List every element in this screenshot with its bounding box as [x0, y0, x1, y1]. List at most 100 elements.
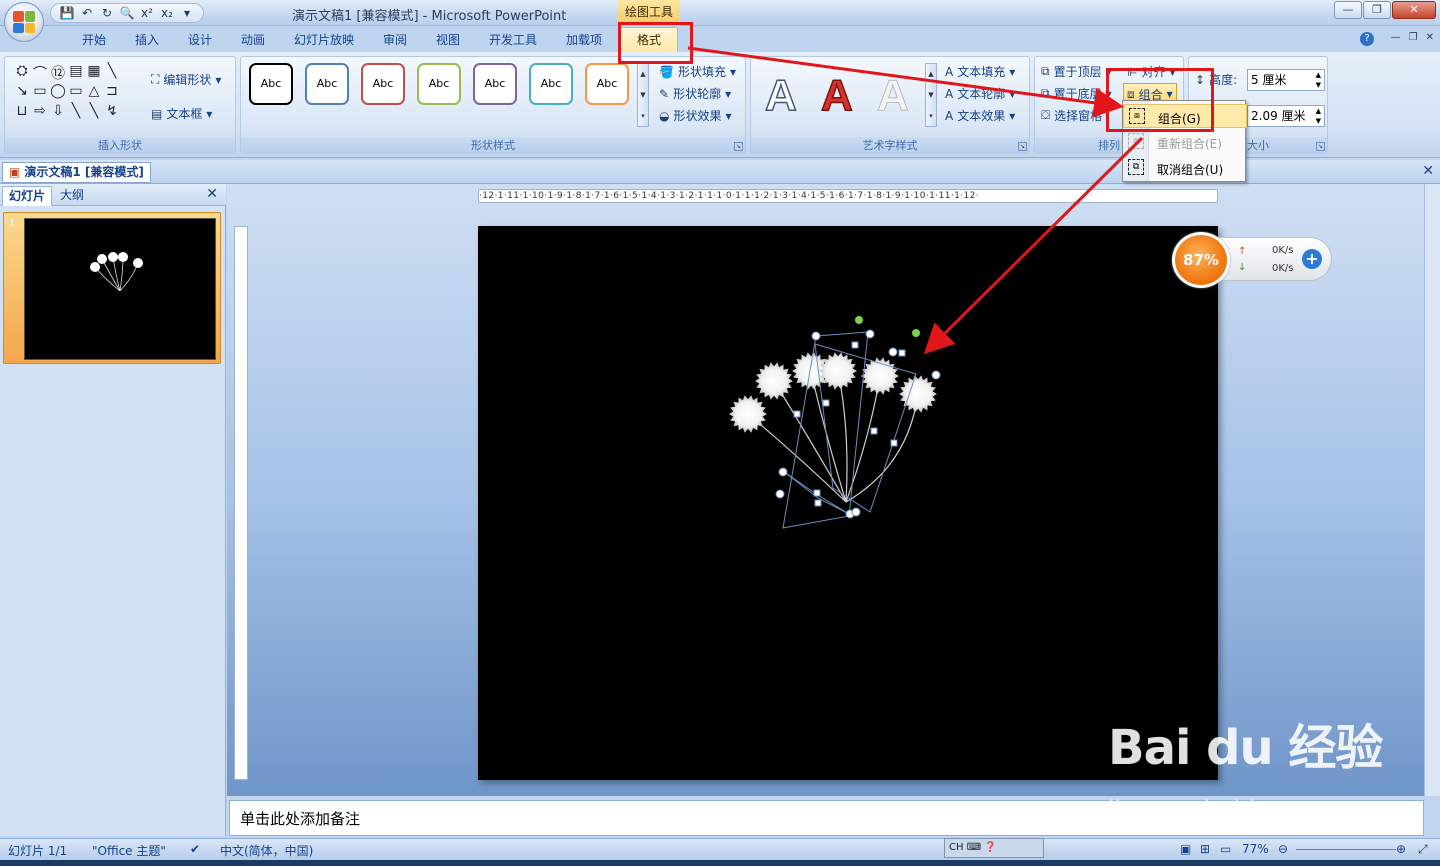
shape-glyph-icon[interactable]: ╲	[85, 103, 103, 123]
redo-icon[interactable]: ↻	[99, 6, 115, 20]
shape-glyph-icon[interactable]: △	[85, 83, 103, 103]
shape-glyph-icon[interactable]: ⊔	[13, 103, 31, 123]
subscript-icon[interactable]: x₂	[159, 6, 175, 20]
ribbon-minimize-icon[interactable]: —	[1391, 32, 1401, 43]
text-box-button[interactable]: ▤ 文本框 ▾	[151, 105, 212, 122]
shape-style-4[interactable]: Abc	[417, 63, 461, 105]
fit-window-icon[interactable]: ⤢	[1418, 842, 1428, 857]
superscript-icon[interactable]: x²	[139, 6, 155, 20]
dandelion-group[interactable]	[478, 226, 1218, 780]
size-launcher-icon[interactable]: ↘	[1316, 142, 1325, 151]
shapes-gallery[interactable]: ⛭ ⌒ ⑫ ▤ ▦ ╲ ↘ ▭ ◯ ▭ △ ⊐ ⊔ ⇨ ⇩ ╲ ╲ ↯	[13, 63, 139, 123]
qat-customize-icon[interactable]: ▾	[179, 6, 195, 20]
shape-glyph-icon[interactable]	[121, 63, 139, 83]
save-icon[interactable]: 💾	[59, 6, 75, 20]
shape-glyph-icon[interactable]: ⊐	[103, 83, 121, 103]
shape-style-5[interactable]: Abc	[473, 63, 517, 105]
text-fill-button[interactable]: A 文本填充 ▾	[945, 63, 1015, 80]
shape-style-6[interactable]: Abc	[529, 63, 573, 105]
zoom-out-icon[interactable]: ⊖	[1278, 842, 1288, 856]
shape-glyph-icon[interactable]: ⑫	[49, 63, 67, 83]
network-speed-widget[interactable]: 87% ↑ ↓ 0K/s 0K/s +	[1172, 232, 1332, 288]
shape-fill-button[interactable]: 🪣 形状填充 ▾	[659, 63, 736, 80]
office-button[interactable]	[4, 2, 44, 42]
tab-outline[interactable]: 大纲	[54, 186, 90, 206]
shape-style-2[interactable]: Abc	[305, 63, 349, 105]
gallery-scroll[interactable]: ▲ ▼ ▾	[637, 63, 649, 127]
vertical-scrollbar[interactable]	[1424, 184, 1440, 796]
minimize-button[interactable]: —	[1334, 1, 1362, 19]
tab-design[interactable]: 设计	[188, 31, 212, 48]
tab-home[interactable]: 开始	[82, 31, 106, 48]
shape-style-1[interactable]: Abc	[249, 63, 293, 105]
document-tab[interactable]: ▣ 演示文稿1 [兼容模式]	[2, 162, 151, 183]
wordart-style-2[interactable]: A	[820, 70, 853, 121]
tab-slideshow[interactable]: 幻灯片放映	[294, 31, 354, 48]
shape-effects-button[interactable]: ◒ 形状效果 ▾	[659, 107, 732, 124]
slide-thumbnail-item[interactable]: 1	[3, 212, 221, 364]
dialog-launcher-icon[interactable]: ↘	[734, 142, 743, 151]
language-indicator[interactable]: 中文(简体，中国)	[220, 842, 313, 859]
slide-canvas[interactable]	[478, 226, 1218, 780]
tab-review[interactable]: 审阅	[383, 31, 407, 48]
dandelion-puff[interactable]	[755, 362, 793, 400]
shape-glyph-icon[interactable]: ▤	[67, 63, 85, 83]
shape-glyph-icon[interactable]: ▦	[85, 63, 103, 83]
selection-pane-button[interactable]: ⛋ 选择窗格	[1041, 107, 1102, 124]
shape-glyph-icon[interactable]	[121, 103, 139, 123]
shape-glyph-icon[interactable]: ▭	[67, 83, 85, 103]
undo-icon[interactable]: ↶	[79, 6, 95, 20]
shape-glyph-icon[interactable]: ◯	[49, 83, 67, 103]
shape-glyph-icon[interactable]: ╲	[103, 63, 121, 83]
zoom-level[interactable]: 77%	[1242, 842, 1269, 856]
close-button[interactable]: ✕	[1392, 1, 1436, 19]
dandelion-puff[interactable]	[819, 352, 857, 390]
shape-style-7[interactable]: Abc	[585, 63, 629, 105]
shape-glyph-icon[interactable]	[121, 83, 139, 103]
wordart-style-3[interactable]: A	[877, 71, 910, 121]
shape-glyph-icon[interactable]: ↯	[103, 103, 121, 123]
shape-glyph-icon[interactable]: ╲	[67, 103, 85, 123]
slideshow-icon[interactable]: ▭	[1220, 842, 1231, 856]
shape-glyph-icon[interactable]: ⇨	[31, 103, 49, 123]
text-outline-button[interactable]: A 文本轮廓 ▾	[945, 85, 1015, 102]
tab-addins[interactable]: 加载项	[566, 31, 602, 48]
close-document-icon[interactable]: ✕	[1422, 163, 1434, 179]
send-to-back-button[interactable]: ⧉ 置于底层 ▾	[1041, 85, 1112, 102]
height-input[interactable]: 5 厘米 ▲ ▼	[1247, 69, 1325, 91]
slide-sorter-icon[interactable]: ⊞	[1200, 842, 1210, 856]
shape-glyph-icon[interactable]: ⇩	[49, 103, 67, 123]
ribbon-restore-icon[interactable]: ❐	[1409, 32, 1418, 43]
shape-style-3[interactable]: Abc	[361, 63, 405, 105]
tab-animations[interactable]: 动画	[241, 31, 265, 48]
spell-check-icon[interactable]: ✔	[190, 842, 200, 856]
ime-toolbar[interactable]: CH ⌨ ❓	[944, 838, 1044, 858]
shape-outline-button[interactable]: ✎ 形状轮廓 ▾	[659, 85, 731, 102]
wordart-gallery-scroll[interactable]: ▲ ▼ ▾	[925, 63, 937, 127]
tab-developer[interactable]: 开发工具	[489, 31, 537, 48]
tab-slides[interactable]: 幻灯片	[2, 186, 53, 206]
theme-name[interactable]: "Office 主题"	[92, 842, 166, 859]
edit-shape-button[interactable]: ⛶ 编辑形状 ▾	[151, 71, 221, 88]
shape-glyph-icon[interactable]: ⌒	[31, 63, 49, 83]
tab-insert[interactable]: 插入	[135, 31, 159, 48]
dandelion-puff[interactable]	[729, 395, 767, 433]
tab-view[interactable]: 视图	[436, 31, 460, 48]
wordart-launcher-icon[interactable]: ↘	[1018, 142, 1027, 151]
bring-to-front-button[interactable]: ⧉ 置于顶层 ▾	[1041, 63, 1112, 80]
print-preview-icon[interactable]: 🔍	[119, 6, 135, 20]
normal-view-icon[interactable]: ▣	[1180, 842, 1191, 856]
shape-glyph-icon[interactable]: ▭	[31, 83, 49, 103]
zoom-in-icon[interactable]: ⊕	[1396, 842, 1406, 856]
zoom-slider[interactable]	[1296, 849, 1396, 850]
close-pane-icon[interactable]: ✕	[206, 186, 218, 202]
shape-glyph-icon[interactable]: ⛭	[13, 63, 31, 83]
menu-item-ungroup[interactable]: ⧉ 取消组合(U)	[1123, 156, 1247, 180]
ribbon-close-icon[interactable]: ✕	[1426, 32, 1434, 43]
text-effects-button[interactable]: A 文本效果 ▾	[945, 107, 1015, 124]
maximize-button[interactable]: ❐	[1363, 1, 1391, 19]
help-icon[interactable]: ?	[1360, 32, 1374, 46]
plus-icon[interactable]: +	[1302, 249, 1322, 269]
shape-glyph-icon[interactable]: ↘	[13, 83, 31, 103]
wordart-style-1[interactable]: A	[764, 70, 797, 121]
